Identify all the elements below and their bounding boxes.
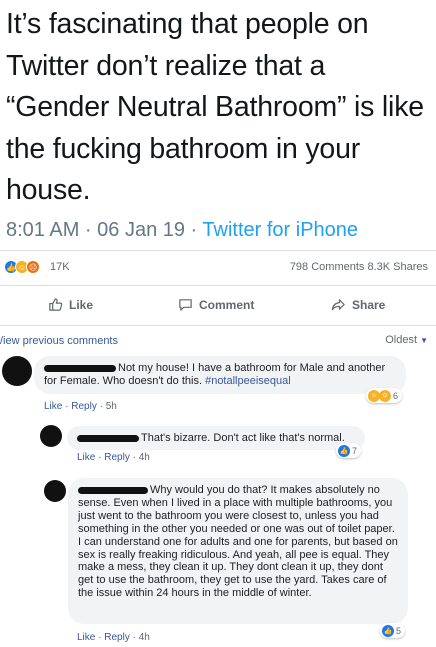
thumbs-up-icon — [49, 298, 63, 311]
comment-time: 5h — [105, 401, 117, 412]
reply-like-link[interactable]: Like — [77, 632, 95, 643]
comment-button[interactable]: Comment — [178, 297, 254, 312]
reactions-summary[interactable]: 👍 ☺ ☹ 17K 798 Comments 8.3K Shares — [4, 260, 430, 276]
share-arrow-icon — [331, 299, 345, 311]
reply-time: 4h — [138, 452, 150, 463]
tweet-time: 8:01 AM · 06 Jan 19 · — [6, 219, 203, 241]
reply-like-link[interactable]: Like — [77, 452, 95, 463]
reply-reaction-count: 7 — [352, 445, 358, 456]
share-button-label: Share — [352, 297, 386, 312]
reply-bubble: Why would you do that? It makes absolute… — [68, 478, 408, 624]
reply-reactions-badge[interactable]: 👍 5 — [380, 623, 406, 638]
reply-reactions-badge[interactable]: 👍 7 — [336, 443, 362, 458]
tweet-source-link[interactable]: Twitter for iPhone — [202, 219, 358, 241]
reply-text: Why would you do that? It makes absolute… — [78, 484, 398, 600]
sort-dropdown[interactable]: Oldest ▼ — [385, 334, 428, 346]
comment-reaction-count: 6 — [393, 390, 399, 401]
reply-time: 4h — [138, 632, 150, 643]
wow-reaction-icon: o — [379, 389, 391, 402]
comment-like-link[interactable]: Like — [44, 401, 62, 412]
like-reaction-icon: 👍 — [338, 444, 350, 457]
comment-reactions-badge[interactable]: ☺ o 6 — [366, 388, 403, 403]
reply-text: That's bizarre. Don't act like that's no… — [141, 432, 345, 444]
divider — [0, 285, 436, 286]
avatar[interactable] — [40, 425, 62, 447]
like-reaction-icon: 👍 — [382, 624, 394, 637]
angry-reaction-icon: ☹ — [26, 260, 40, 274]
reaction-icons: 👍 ☺ ☹ — [4, 260, 40, 274]
reply-reaction-count: 5 — [396, 625, 402, 636]
view-previous-comments-link[interactable]: /iew previous comments — [0, 335, 118, 347]
divider — [0, 250, 436, 251]
action-bar: Like Comment Share — [0, 290, 436, 320]
comment-bubble: Not my house! I have a bathroom for Male… — [34, 356, 406, 394]
avatar[interactable] — [2, 356, 32, 386]
commenter-name-redacted[interactable] — [77, 434, 139, 442]
tweet-text: It’s fascinating that people on Twitter … — [6, 8, 424, 206]
commenter-name-redacted[interactable] — [78, 486, 148, 494]
tweet-meta: 8:01 AM · 06 Jan 19 · Twitter for iPhone — [6, 219, 358, 242]
reaction-count[interactable]: 17K — [50, 261, 70, 273]
caret-down-icon: ▼ — [420, 336, 428, 345]
reply-bubble: That's bizarre. Don't act like that's no… — [67, 426, 365, 450]
reply-meta: Like · Reply · 4h — [77, 632, 150, 643]
comment-icon — [179, 299, 192, 311]
commenter-name-redacted[interactable] — [44, 364, 116, 372]
avatar[interactable] — [44, 480, 66, 502]
comments-shares-count[interactable]: 798 Comments 8.3K Shares — [290, 261, 428, 273]
divider — [0, 325, 436, 326]
like-button[interactable]: Like — [48, 297, 93, 312]
hashtag-link[interactable]: #notallpeeisequal — [205, 375, 291, 387]
comment-reply-link[interactable]: Reply — [71, 401, 97, 412]
reply-meta: Like · Reply · 4h — [77, 452, 150, 463]
sort-label: Oldest — [385, 334, 418, 346]
like-button-label: Like — [69, 297, 94, 312]
share-button[interactable]: Share — [331, 297, 385, 312]
comment-meta: Like · Reply · 5h — [44, 401, 117, 412]
reply-reply-link[interactable]: Reply — [104, 632, 130, 643]
reply-reply-link[interactable]: Reply — [104, 452, 130, 463]
comment-button-label: Comment — [199, 297, 255, 312]
